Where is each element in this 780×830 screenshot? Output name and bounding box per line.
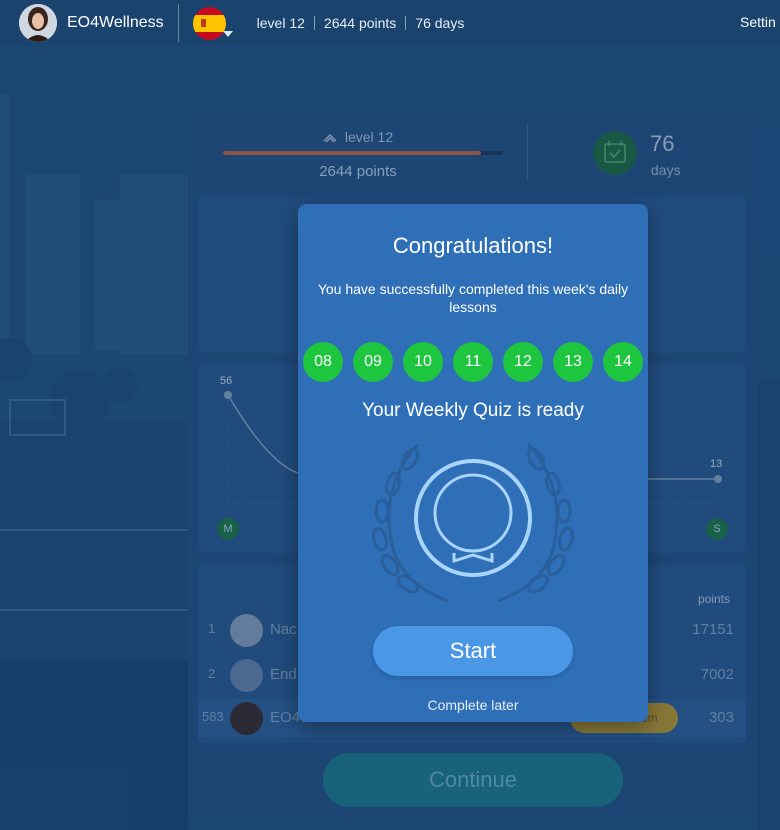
day-circle: 10 (403, 342, 443, 382)
day-circle: 11 (453, 342, 493, 382)
complete-later-link[interactable]: Complete later (298, 697, 648, 713)
divider (313, 16, 315, 30)
stat-level: level 12 (256, 15, 305, 31)
modal-subtitle: You have successfully completed this wee… (317, 281, 629, 315)
chevron-down-icon[interactable] (222, 31, 233, 37)
stat-points: 2644 points (323, 15, 397, 31)
quiz-ready-text: Your Weekly Quiz is ready (362, 400, 584, 421)
divider (177, 4, 179, 42)
top-bar: EO4Wellness level 12 2644 points 76 days… (0, 0, 780, 46)
start-quiz-button[interactable]: Start (373, 626, 573, 676)
day-circle: 08 (303, 342, 343, 382)
stat-days: 76 days (415, 15, 465, 31)
day-circle: 14 (603, 342, 643, 382)
user-avatar[interactable] (19, 4, 57, 42)
modal-title: Congratulations! (392, 233, 554, 258)
day-circle: 12 (503, 342, 543, 382)
username[interactable]: EO4Wellness (67, 14, 164, 32)
settings-link[interactable]: Settin (740, 14, 776, 30)
spain-flag-icon[interactable] (192, 6, 226, 40)
weekly-quiz-modal: Congratulations! You have successfully c… (298, 204, 648, 722)
laurel-badge-icon (372, 443, 574, 603)
completed-days-row: 08 09 10 11 12 13 14 (303, 342, 643, 382)
divider (405, 16, 407, 30)
day-circle: 13 (553, 342, 593, 382)
user-stats: level 12 2644 points 76 days (257, 15, 465, 31)
day-circle: 09 (353, 342, 393, 382)
